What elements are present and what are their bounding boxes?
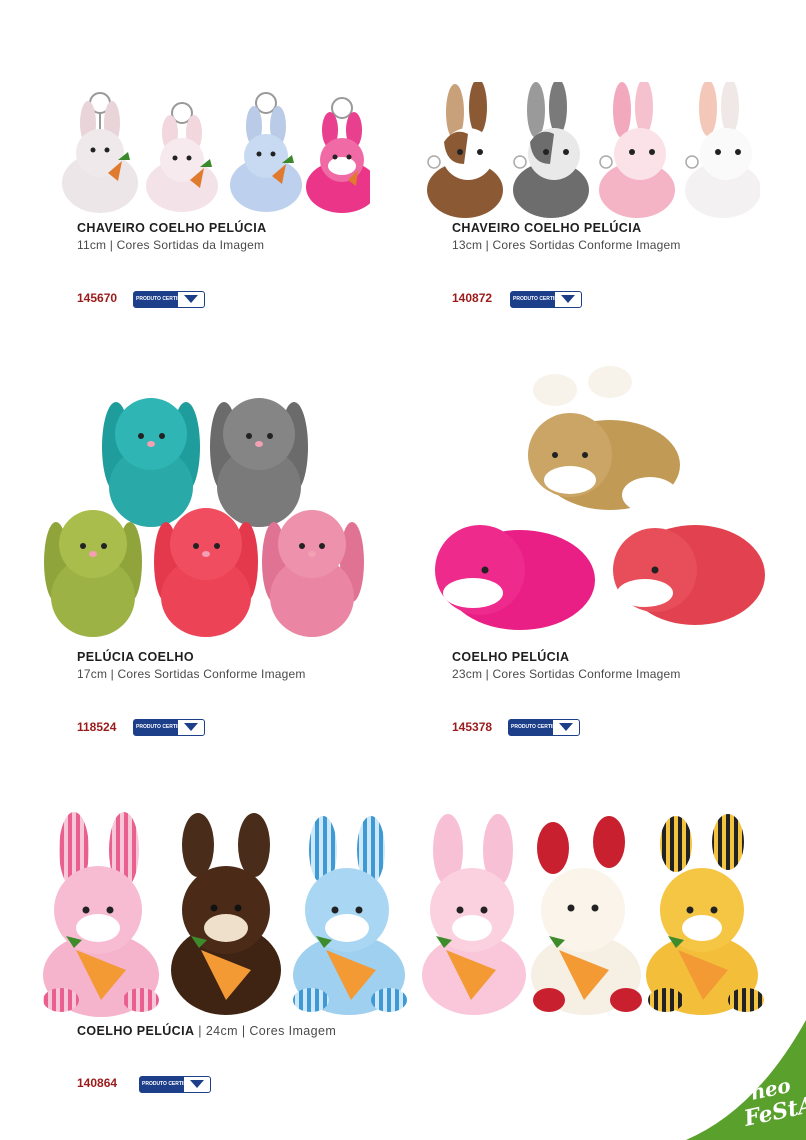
cert-label-line1: PRODUTO [511,723,536,730]
cert-label-line1: PRODUTO [513,295,538,302]
product-image-keychain-bunnies-11cm [62,92,370,213]
certified-product-badge: PRODUTO CERTIFICADO [139,1076,211,1093]
product-title: COELHO PELÚCIA [452,650,570,664]
certified-product-badge: PRODUTO CERTIFICADO [133,719,205,736]
inmetro-logo-icon [555,292,581,307]
inmetro-logo-icon [553,720,579,735]
product-description: 13cm | Cores Sortidas Conforme Imagem [452,238,681,252]
certified-product-badge: PRODUTO CERTIFICADO [508,719,580,736]
product-title: COELHO PELÚCIA | 24cm | Cores Imagem [77,1024,336,1038]
cert-label-line1: PRODUTO [142,1080,167,1087]
product-description: 23cm | Cores Sortidas Conforme Imagem [452,667,681,681]
product-code: 140864 [77,1076,118,1090]
cert-label-line1: PRODUTO [136,295,161,302]
product-code: 145670 [77,291,118,305]
product-image-lying-bunnies-23cm [435,366,765,630]
inmetro-logo-icon [184,1077,210,1092]
product-title-text: COELHO PELÚCIA [77,1024,195,1038]
product-description: 17cm | Cores Sortidas Conforme Imagem [77,667,306,681]
product-code: 145378 [452,720,493,734]
product-image-carrot-bunnies-24cm [43,812,764,1017]
product-code: 118524 [77,720,117,734]
product-description: | 24cm | Cores Imagem [194,1024,337,1038]
inmetro-logo-icon [178,720,204,735]
product-title: CHAVEIRO COELHO PELÚCIA [452,221,642,235]
product-code: 140872 [452,291,493,305]
neo-festas-logo: neo FeStAs! [686,1020,806,1140]
inmetro-logo-icon [178,292,204,307]
cert-label-line1: PRODUTO [136,723,161,730]
product-image-keychain-bunnies-13cm [427,82,760,218]
product-title: CHAVEIRO COELHO PELÚCIA [77,221,267,235]
certified-product-badge: PRODUTO CERTIFICADO [133,291,205,308]
certified-product-badge: PRODUTO CERTIFICADO [510,291,582,308]
product-title: PELÚCIA COELHO [77,650,194,664]
product-image-floppy-ear-bunnies-17cm [44,398,364,637]
product-description: 11cm | Cores Sortidas da Imagem [77,238,265,252]
